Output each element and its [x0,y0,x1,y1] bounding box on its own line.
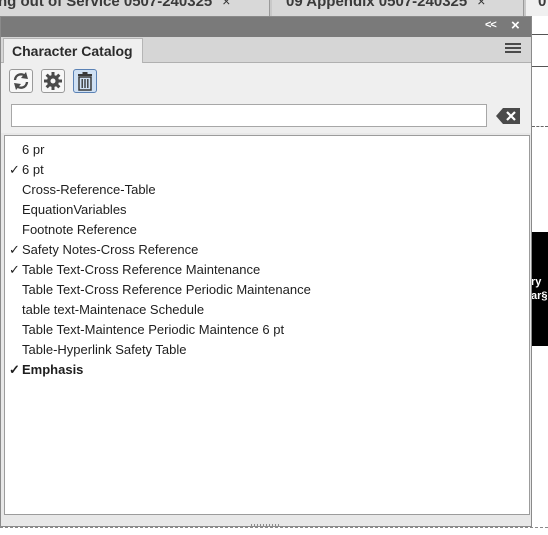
list-item-label: Table-Hyperlink Safety Table [22,342,187,357]
document-black-cell: ry ar§ [532,232,548,346]
checkmark-icon: ✓ [9,242,20,257]
document-tab-appendix[interactable]: 09 Appendix 0507-240325 × [272,0,524,16]
list-item-label: Table Text-Maintence Periodic Maintence … [22,322,285,337]
list-item[interactable]: Table Text-Cross Reference Periodic Main… [5,280,529,300]
document-tab-next[interactable]: 0 [526,0,548,16]
document-tab-strip: ng out of Service 0507-240325 × 09 Append… [0,0,548,16]
list-item-label: Cross-Reference-Table [22,182,156,197]
list-item[interactable]: EquationVariables [5,200,529,220]
document-fragment-text: ar§ [532,290,548,302]
list-item-label: Footnote Reference [22,222,137,237]
catalog-toolbar [1,63,531,97]
settings-button[interactable] [41,69,65,93]
collapse-panel-button[interactable]: << [485,19,497,31]
list-item[interactable]: table text-Maintenace Schedule [5,300,529,320]
background-document: ry ar§ [532,16,548,533]
list-item[interactable]: Table Text-Maintence Periodic Maintence … [5,320,529,340]
search-row [1,97,531,133]
checkmark-icon: ✓ [9,162,20,177]
delete-button[interactable] [73,69,97,93]
document-tab-out-of-service[interactable]: ng out of Service 0507-240325 × [0,0,270,16]
list-item[interactable]: Table-Hyperlink Safety Table [5,340,529,360]
list-item-label: Emphasis [22,362,84,377]
refresh-button[interactable] [9,69,33,93]
character-format-list[interactable]: 6 pr ✓ 6 pt Cross-Reference-Table EquationVa… [4,135,530,515]
clear-search-button[interactable] [495,106,521,126]
resize-grip[interactable] [251,517,281,530]
list-item[interactable]: Footnote Reference [5,220,529,240]
checkmark-icon: ✓ [9,262,20,277]
document-rule [532,126,548,127]
tab-close-icon[interactable]: × [477,0,485,9]
trash-icon [78,72,92,91]
list-item-label: Safety Notes-Cross Reference [22,242,199,257]
close-panel-button[interactable]: × [511,17,520,34]
list-item[interactable]: ✓ 6 pt [5,160,529,180]
gear-icon [44,72,62,90]
refresh-icon [13,72,29,90]
panel-titlebar[interactable]: << × [1,17,531,37]
clear-search-icon [496,108,520,124]
document-tab-label: 09 Appendix 0507-240325 [286,0,468,10]
list-item[interactable]: ✓ Table Text-Cross Reference Maintenance [5,260,529,280]
document-fragment-text: ry [532,276,542,288]
document-tab-label: ng out of Service 0507-240325 [0,0,213,10]
character-catalog-panel: << × Character Catalog 6 pr ✓ 6 pt Cross… [0,16,532,530]
list-item[interactable]: 6 pr [5,140,529,160]
list-item-label: Table Text-Cross Reference Maintenance [22,262,261,277]
list-item[interactable]: ✓ Safety Notes-Cross Reference [5,240,529,260]
list-item[interactable]: Cross-Reference-Table [5,180,529,200]
checkmark-icon: ✓ [9,362,20,377]
list-item[interactable]: ✓ Emphasis [5,360,529,380]
document-tab-label: 0 [538,0,547,10]
document-rule [532,34,548,35]
list-item-label: EquationVariables [22,202,127,217]
list-item-label: Table Text-Cross Reference Periodic Main… [22,282,311,297]
list-item-label: table text-Maintenace Schedule [22,302,205,317]
search-input[interactable] [11,104,487,127]
list-item-label: 6 pr [22,142,45,157]
list-item-label: 6 pt [22,162,44,177]
tab-character-catalog[interactable]: Character Catalog [3,38,143,63]
tab-close-icon[interactable]: × [222,0,230,9]
hamburger-menu-icon[interactable] [505,43,521,55]
panel-tab-row: Character Catalog [1,37,531,63]
document-rule [532,66,548,67]
